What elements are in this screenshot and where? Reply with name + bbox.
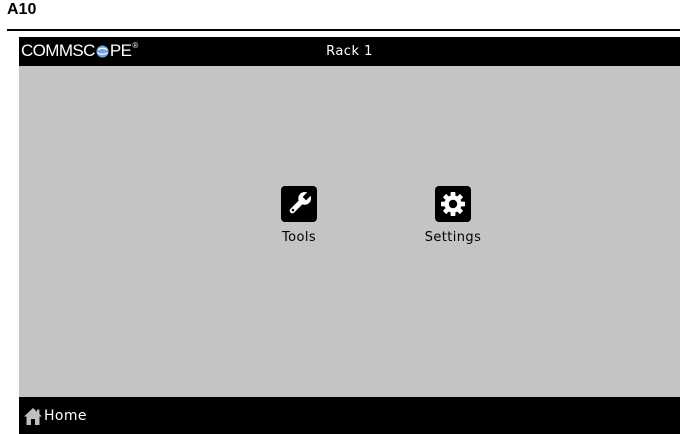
figure-label: A10: [7, 1, 37, 18]
gear-icon: [435, 186, 471, 222]
title-bar: COMMSC PE ® Rack 1: [19, 37, 680, 66]
settings-label: Settings: [424, 230, 482, 245]
tools-button[interactable]: Tools: [259, 186, 339, 245]
wrench-icon: [281, 186, 317, 222]
device-screen: COMMSC PE ® Rack 1 Tools Settings Home: [19, 37, 680, 434]
house-icon: [24, 408, 42, 425]
bottom-bar: Home: [19, 397, 680, 434]
tools-label: Tools: [281, 230, 317, 245]
home-button[interactable]: Home: [23, 404, 87, 428]
figure-divider: [7, 29, 680, 31]
settings-button[interactable]: Settings: [406, 186, 500, 245]
home-label: Home: [44, 408, 87, 424]
screen-title: Rack 1: [326, 44, 373, 59]
